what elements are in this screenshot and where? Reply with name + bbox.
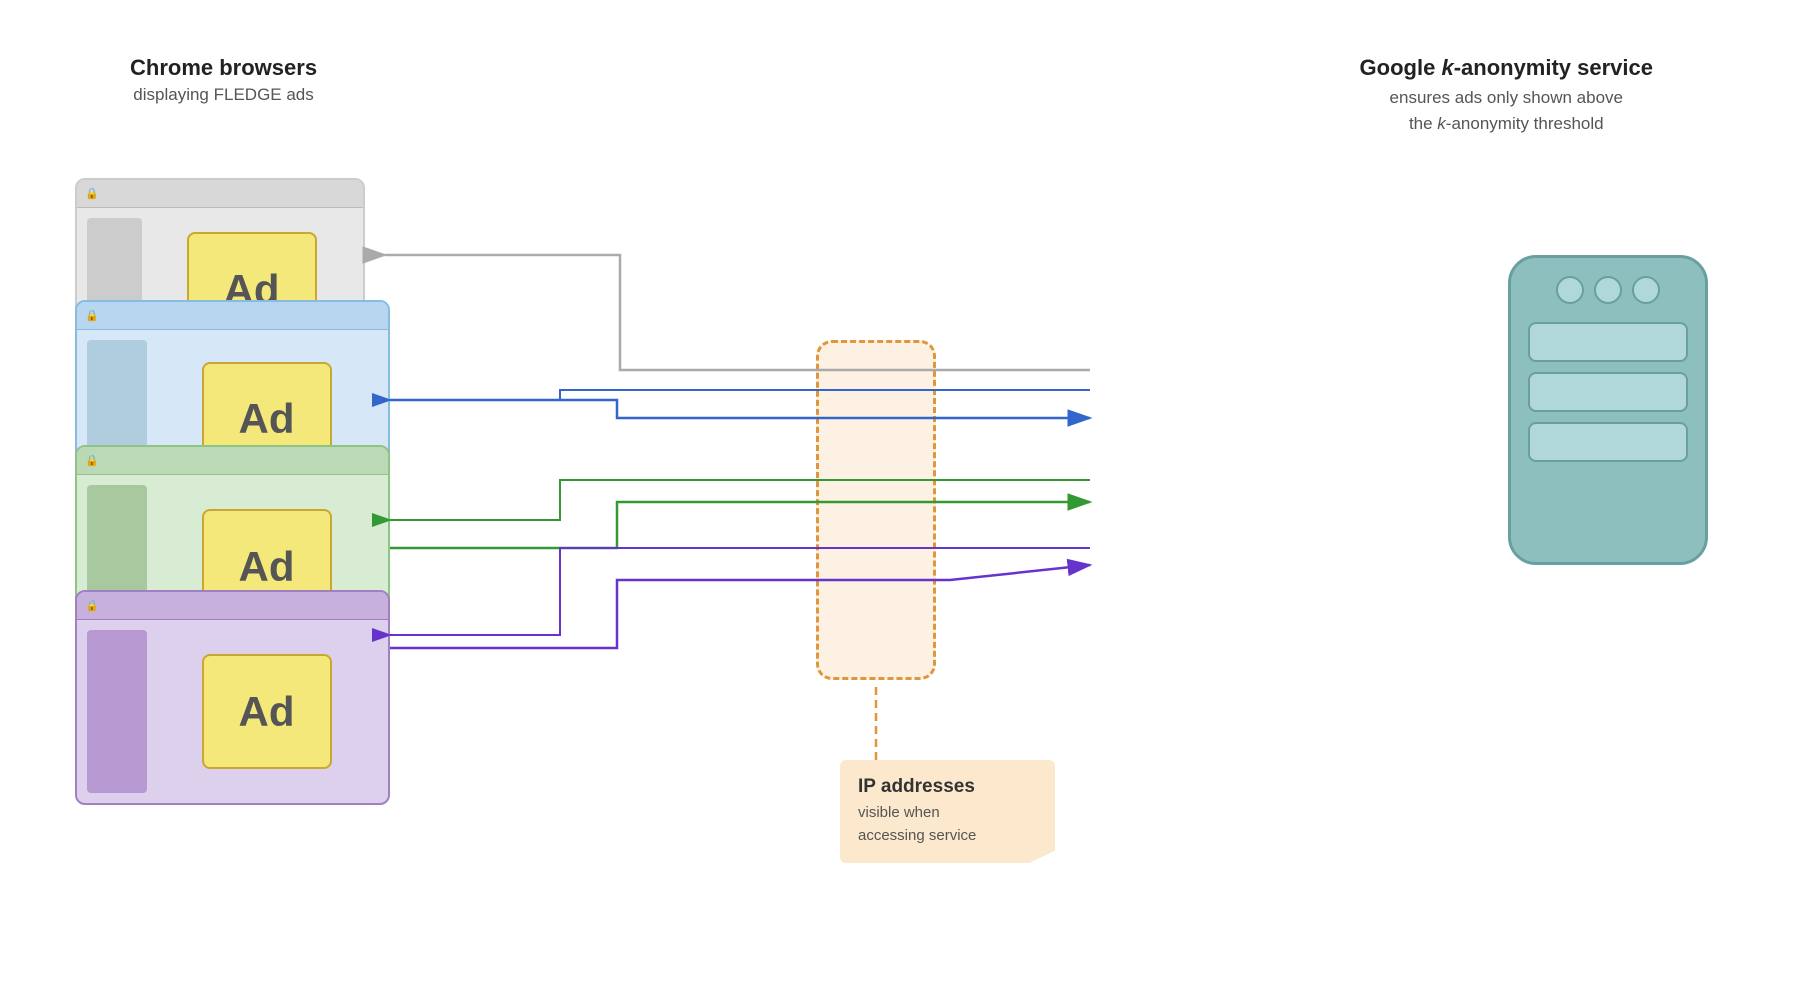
server-slot-1	[1528, 322, 1688, 362]
server-slot-3	[1528, 422, 1688, 462]
server-body	[1508, 255, 1708, 565]
browser-green-toolbar: 🔒	[77, 447, 388, 475]
browser-purple-toolbar: 🔒	[77, 592, 388, 620]
arrow-purple-outgoing	[390, 565, 1090, 648]
server-dot-1	[1556, 276, 1584, 304]
lock-icon-green: 🔒	[85, 454, 99, 467]
server-dots	[1556, 276, 1660, 304]
arrow-green-outgoing	[390, 502, 1090, 548]
arrow-blue-return	[390, 390, 1090, 400]
lock-icon: 🔒	[85, 187, 99, 200]
header-left: Chrome browsers displaying FLEDGE ads	[130, 55, 317, 105]
arrow-purple-return	[390, 548, 1090, 635]
arrow-green-return	[390, 480, 1090, 520]
browser-purple: 🔒 Ad	[75, 590, 390, 805]
arrow-blue-outgoing	[390, 400, 1090, 418]
server	[1508, 255, 1708, 565]
ip-addresses-box: IP addresses visible whenaccessing servi…	[840, 760, 1055, 863]
browser-purple-content: Ad	[77, 620, 388, 803]
ip-title: IP addresses	[858, 776, 1037, 798]
server-dot-2	[1594, 276, 1622, 304]
lock-icon-purple: 🔒	[85, 599, 99, 612]
server-dot-3	[1632, 276, 1660, 304]
diagram-container: Chrome browsers displaying FLEDGE ads Go…	[0, 0, 1798, 1000]
header-left-subtitle: displaying FLEDGE ads	[130, 85, 317, 105]
browser-purple-sidebar	[87, 630, 147, 793]
server-slot-2	[1528, 372, 1688, 412]
header-left-title: Chrome browsers	[130, 55, 317, 81]
header-right: Google k-anonymity service ensures ads o…	[1360, 55, 1653, 136]
arrow-gray-line	[385, 255, 1090, 370]
lock-icon-blue: 🔒	[85, 309, 99, 322]
browser-purple-main: Ad	[155, 630, 378, 793]
ip-visibility-rect	[816, 340, 936, 680]
header-right-subtitle: ensures ads only shown abovethe k-anonym…	[1360, 85, 1653, 136]
header-right-title: Google k-anonymity service	[1360, 55, 1653, 81]
ip-subtitle: visible whenaccessing service	[858, 802, 1037, 847]
browser-gray-toolbar: 🔒	[77, 180, 363, 208]
browser-blue-toolbar: 🔒	[77, 302, 388, 330]
ad-box-purple: Ad	[202, 654, 332, 769]
